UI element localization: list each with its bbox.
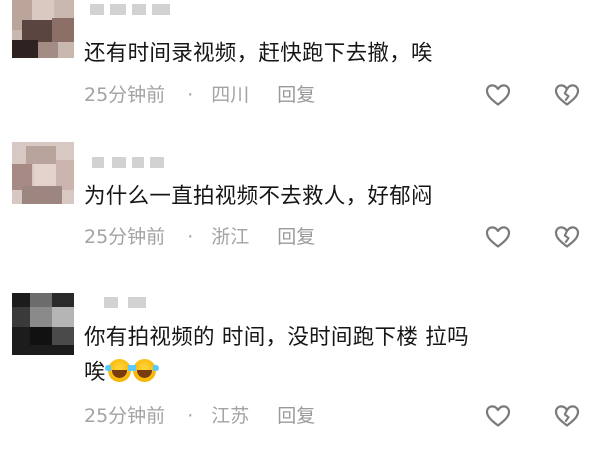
comment-time: 25分钟前 [84,226,166,248]
comment-meta: 25分钟前 · 四川 回复 [84,80,315,110]
like-button[interactable] [483,222,513,252]
comment-meta: 25分钟前 · 浙江 回复 [84,222,315,252]
comment-time: 25分钟前 [84,405,166,427]
heart-outline-icon [485,226,511,248]
laughing-emoji-icon [104,359,134,382]
meta-separator: · [187,84,194,106]
comment-text-line: 你有拍视频的 时间，没时间跑下楼 拉吗 [84,325,469,350]
comment-meta: 25分钟前 · 江苏 回复 [84,401,315,431]
like-button[interactable] [483,401,513,431]
heart-outline-icon [485,405,511,427]
broken-heart-outline-icon [554,84,580,106]
broken-heart-outline-icon [554,405,580,427]
dislike-button[interactable] [552,401,582,431]
avatar[interactable] [12,293,74,355]
reply-button[interactable]: 回复 [277,80,315,110]
username-redacted[interactable] [88,153,178,173]
comment-text: 为什么一直拍视频不去救人，好郁闷 [84,184,433,209]
reply-button[interactable]: 回复 [277,222,315,252]
avatar[interactable] [12,0,74,58]
meta-separator: · [187,226,194,248]
username-redacted[interactable] [88,0,178,20]
dislike-button[interactable] [552,222,582,252]
comment-text-line: 唉 [84,356,580,390]
meta-separator: · [187,405,194,427]
heart-outline-icon [485,84,511,106]
username-redacted[interactable] [88,293,178,313]
broken-heart-outline-icon [554,226,580,248]
reply-button[interactable]: 回复 [277,401,315,431]
comment-time: 25分钟前 [84,84,166,106]
comment-text-tail: 唉 [84,360,106,385]
comment-text: 还有时间录视频，赶快跑下去撤，唉 [84,41,433,66]
dislike-button[interactable] [552,80,582,110]
like-button[interactable] [483,80,513,110]
laughing-emoji-icon [129,359,159,382]
comment-location: 浙江 [211,226,250,248]
comment-location: 四川 [211,84,250,106]
comment-location: 江苏 [211,405,250,427]
avatar[interactable] [12,142,74,204]
